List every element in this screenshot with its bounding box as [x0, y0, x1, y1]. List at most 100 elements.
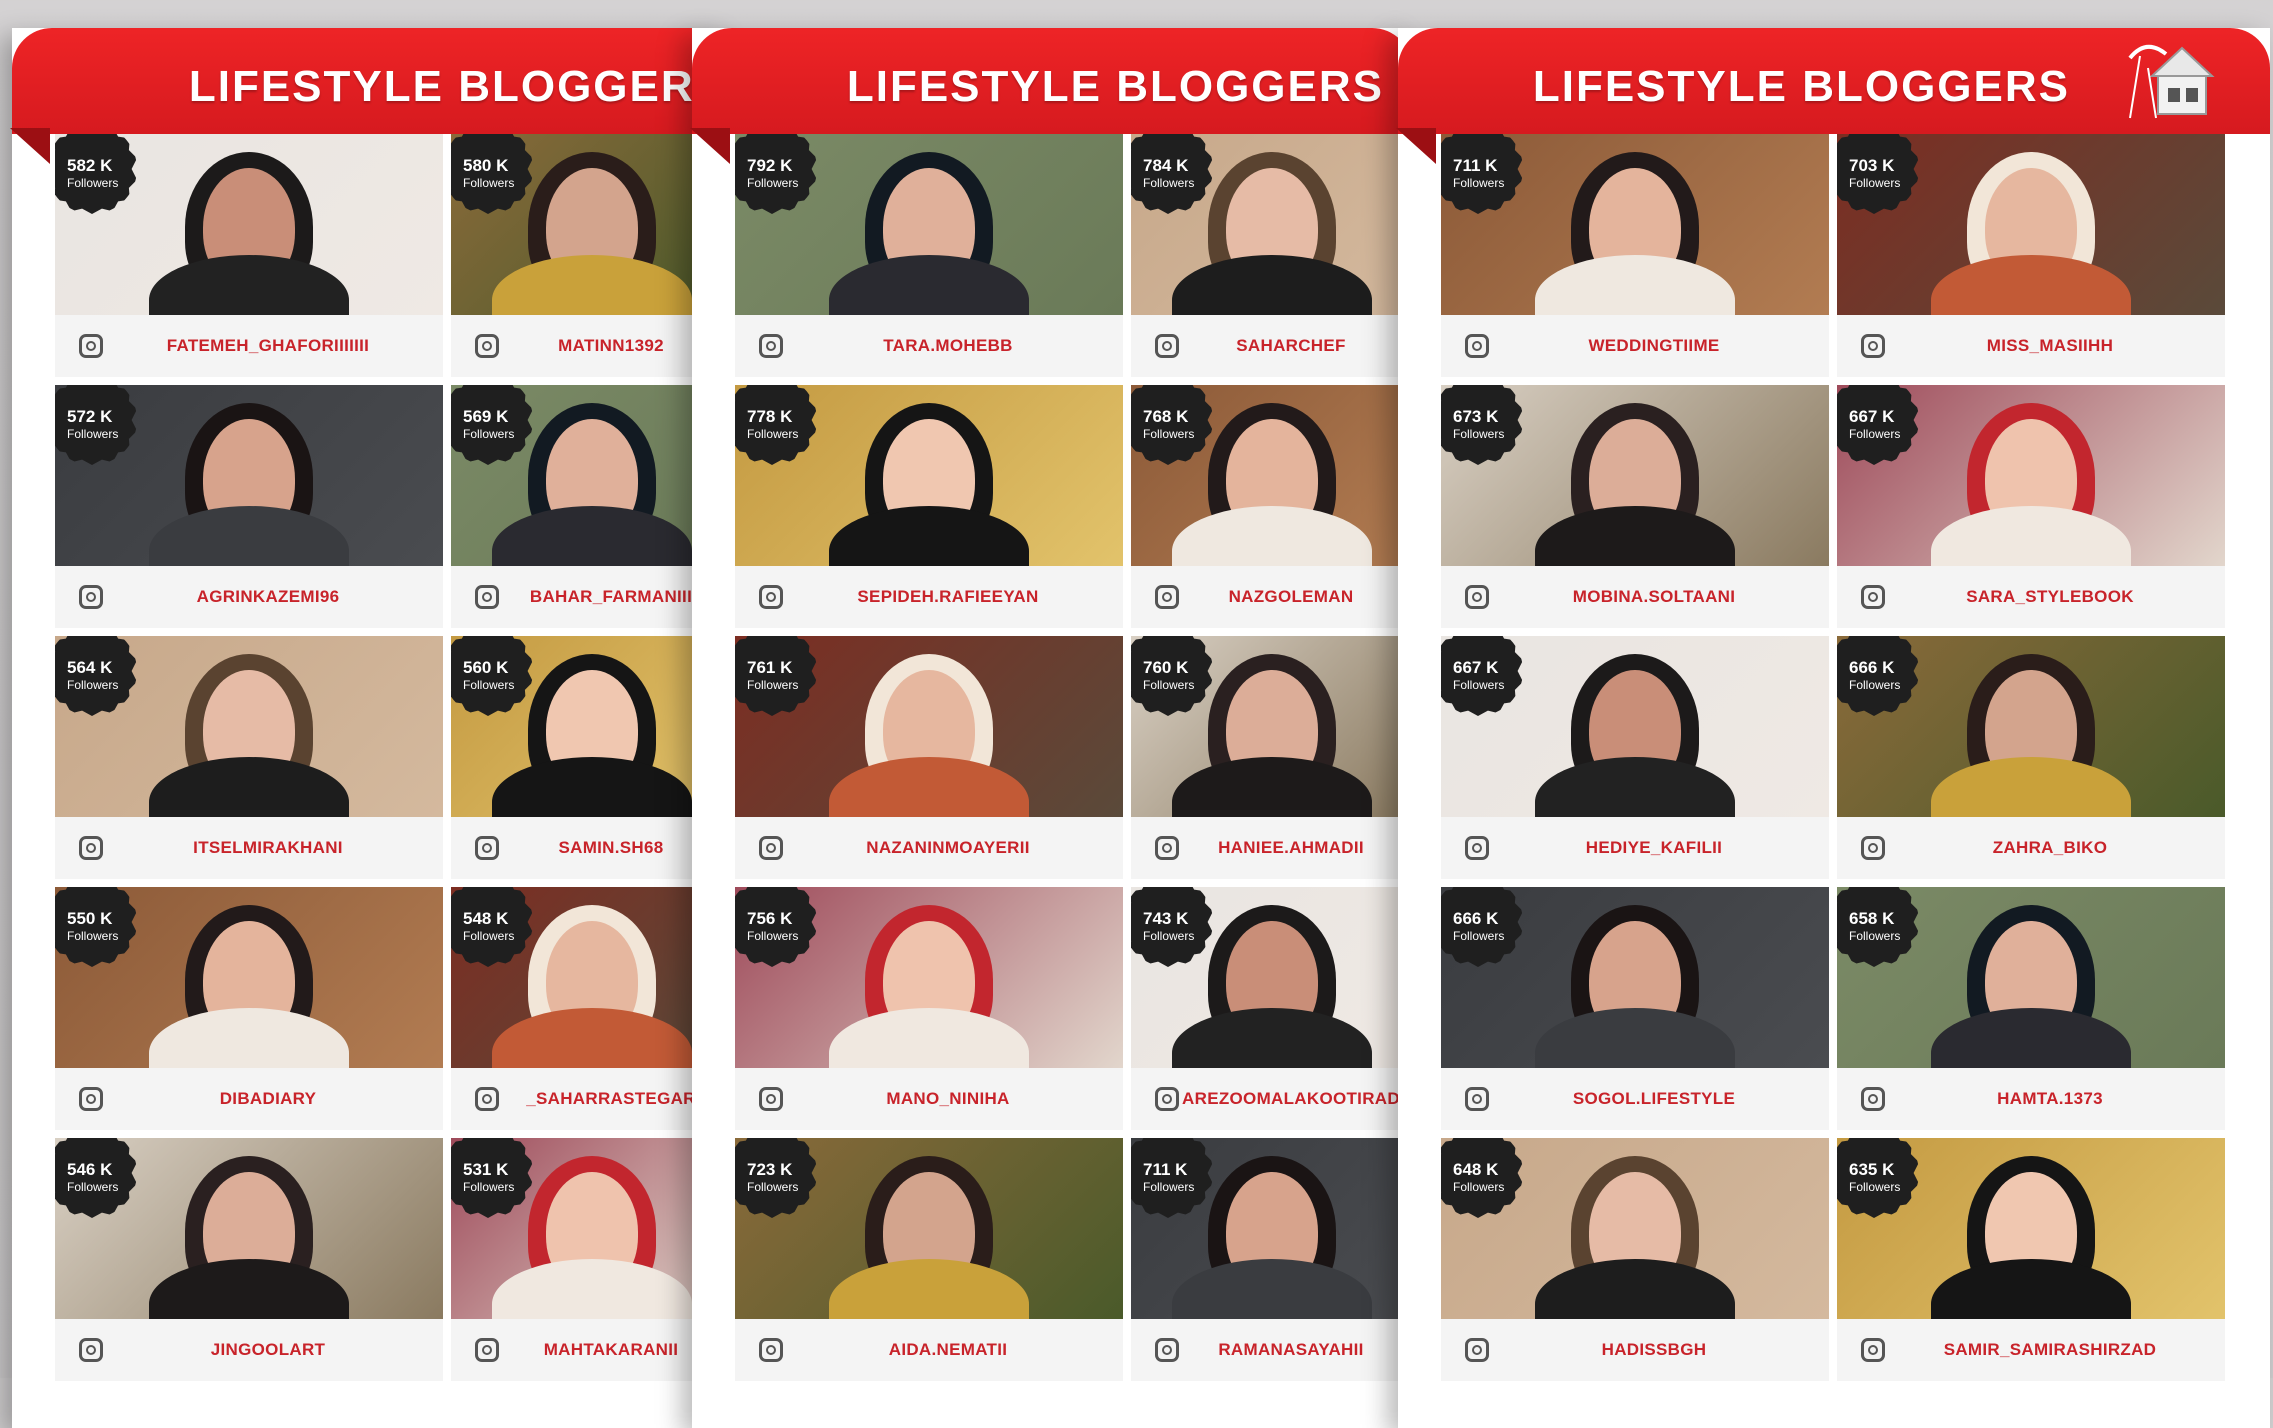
- instagram-handle[interactable]: DIBADIARY: [103, 1089, 443, 1109]
- instagram-handle[interactable]: AREZOOMALAKOOTIRAD: [1179, 1089, 1413, 1109]
- followers-label: Followers: [1849, 929, 1901, 943]
- instagram-icon[interactable]: [759, 585, 783, 609]
- instagram-icon[interactable]: [1465, 1338, 1489, 1362]
- instagram-handle[interactable]: MOBINA.SOLTAANI: [1489, 587, 1829, 607]
- instagram-handle[interactable]: HANIEE.AHMADII: [1179, 838, 1413, 858]
- instagram-icon[interactable]: [79, 1338, 103, 1362]
- blogger-card[interactable]: 756 K Followers MANO_NINIHA: [735, 887, 1123, 1130]
- blogger-card[interactable]: 531 K Followers MAHTAKARANII: [451, 1138, 733, 1381]
- blogger-card[interactable]: 582 K Followers FATEMEH_GHAFORIIIIIII: [55, 134, 443, 377]
- instagram-handle[interactable]: SEPIDEH.RAFIEEYAN: [783, 587, 1123, 607]
- instagram-handle[interactable]: MANO_NINIHA: [783, 1089, 1123, 1109]
- followers-badge: 550 K Followers: [55, 887, 137, 967]
- instagram-handle[interactable]: HAMTA.1373: [1885, 1089, 2225, 1109]
- instagram-icon[interactable]: [1155, 1338, 1179, 1362]
- instagram-icon[interactable]: [1465, 334, 1489, 358]
- instagram-handle[interactable]: HEDIYE_KAFILII: [1489, 838, 1829, 858]
- blogger-photo: 572 K Followers: [55, 385, 443, 566]
- instagram-handle[interactable]: TARA.MOHEBB: [783, 336, 1123, 356]
- instagram-icon[interactable]: [759, 1087, 783, 1111]
- blogger-card[interactable]: 548 K Followers _SAHARRASTEGAR: [451, 887, 733, 1130]
- instagram-handle[interactable]: FATEMEH_GHAFORIIIIIII: [103, 336, 443, 356]
- instagram-icon[interactable]: [1155, 334, 1179, 358]
- instagram-icon[interactable]: [759, 334, 783, 358]
- instagram-handle[interactable]: JINGOOLART: [103, 1340, 443, 1360]
- instagram-icon[interactable]: [475, 1338, 499, 1362]
- follower-count: 582 K: [67, 156, 113, 175]
- instagram-handle[interactable]: ZAHRA_BIKO: [1885, 838, 2225, 858]
- instagram-icon[interactable]: [1861, 1338, 1885, 1362]
- blogger-card[interactable]: 703 K Followers MISS_MASIIHH: [1837, 134, 2225, 377]
- blogger-card[interactable]: 673 K Followers MOBINA.SOLTAANI: [1441, 385, 1829, 628]
- blogger-card[interactable]: 761 K Followers NAZANINMOAYERII: [735, 636, 1123, 879]
- instagram-icon[interactable]: [1465, 585, 1489, 609]
- instagram-handle[interactable]: SAHARCHEF: [1179, 336, 1413, 356]
- blogger-card[interactable]: 768 K Followers NAZGOLEMAN: [1131, 385, 1413, 628]
- blogger-card[interactable]: 667 K Followers SARA_STYLEBOOK: [1837, 385, 2225, 628]
- blogger-card[interactable]: 711 K Followers RAMANASAYAHII: [1131, 1138, 1413, 1381]
- blogger-card[interactable]: 658 K Followers HAMTA.1373: [1837, 887, 2225, 1130]
- follower-count: 711 K: [1453, 156, 1498, 175]
- blogger-card[interactable]: 546 K Followers JINGOOLART: [55, 1138, 443, 1381]
- instagram-icon[interactable]: [1861, 836, 1885, 860]
- blogger-card[interactable]: 569 K Followers BAHAR_FARMANIII: [451, 385, 733, 628]
- blogger-card[interactable]: 635 K Followers SAMIR_SAMIRASHIRZAD: [1837, 1138, 2225, 1381]
- instagram-icon[interactable]: [475, 585, 499, 609]
- instagram-icon[interactable]: [79, 1087, 103, 1111]
- instagram-icon[interactable]: [79, 836, 103, 860]
- instagram-handle[interactable]: WEDDINGTIIME: [1489, 336, 1829, 356]
- blogger-card[interactable]: 760 K Followers HANIEE.AHMADII: [1131, 636, 1413, 879]
- instagram-handle[interactable]: AIDA.NEMATII: [783, 1340, 1123, 1360]
- followers-label: Followers: [747, 929, 799, 943]
- blogger-card[interactable]: 743 K Followers AREZOOMALAKOOTIRAD: [1131, 887, 1413, 1130]
- blogger-card[interactable]: 711 K Followers WEDDINGTIIME: [1441, 134, 1829, 377]
- blogger-sheet-1: LIFESTYLE BLOGGERS 582 K Followers FATEM…: [10, 28, 733, 1428]
- blogger-card[interactable]: 572 K Followers AGRINKAZEMI96: [55, 385, 443, 628]
- blogger-card[interactable]: 666 K Followers SOGOL.LIFESTYLE: [1441, 887, 1829, 1130]
- blogger-card[interactable]: 550 K Followers DIBADIARY: [55, 887, 443, 1130]
- blogger-card[interactable]: 667 K Followers HEDIYE_KAFILII: [1441, 636, 1829, 879]
- handle-bar: MANO_NINIHA: [735, 1068, 1123, 1130]
- instagram-icon[interactable]: [1155, 585, 1179, 609]
- follower-count: 531 K: [463, 1160, 509, 1179]
- instagram-icon[interactable]: [1155, 1087, 1179, 1111]
- blogger-photo: 548 K Followers: [451, 887, 733, 1068]
- followers-label: Followers: [1849, 1180, 1901, 1194]
- instagram-icon[interactable]: [1155, 836, 1179, 860]
- instagram-icon[interactable]: [475, 1087, 499, 1111]
- instagram-handle[interactable]: MISS_MASIIHH: [1885, 336, 2225, 356]
- followers-badge: 560 K Followers: [451, 636, 533, 716]
- instagram-handle[interactable]: NAZGOLEMAN: [1179, 587, 1413, 607]
- blogger-card[interactable]: 723 K Followers AIDA.NEMATII: [735, 1138, 1123, 1381]
- instagram-handle[interactable]: HADISSBGH: [1489, 1340, 1829, 1360]
- instagram-icon[interactable]: [475, 836, 499, 860]
- instagram-icon[interactable]: [1465, 836, 1489, 860]
- blogger-card[interactable]: 666 K Followers ZAHRA_BIKO: [1837, 636, 2225, 879]
- instagram-icon[interactable]: [79, 585, 103, 609]
- blogger-card[interactable]: 648 K Followers HADISSBGH: [1441, 1138, 1829, 1381]
- follower-count: 723 K: [747, 1160, 793, 1179]
- instagram-icon[interactable]: [1465, 1087, 1489, 1111]
- instagram-icon[interactable]: [759, 1338, 783, 1362]
- instagram-handle[interactable]: SOGOL.LIFESTYLE: [1489, 1089, 1829, 1109]
- blogger-card[interactable]: 560 K Followers SAMIN.SH68: [451, 636, 733, 879]
- instagram-icon[interactable]: [475, 334, 499, 358]
- instagram-handle[interactable]: SARA_STYLEBOOK: [1885, 587, 2225, 607]
- instagram-handle[interactable]: ITSELMIRAKHANI: [103, 838, 443, 858]
- blogger-card[interactable]: 580 K Followers MATINN1392: [451, 134, 733, 377]
- instagram-handle[interactable]: NAZANINMOAYERII: [783, 838, 1123, 858]
- instagram-icon[interactable]: [1861, 334, 1885, 358]
- instagram-icon[interactable]: [79, 334, 103, 358]
- blogger-card[interactable]: 778 K Followers SEPIDEH.RAFIEEYAN: [735, 385, 1123, 628]
- instagram-icon[interactable]: [759, 836, 783, 860]
- instagram-handle[interactable]: SAMIR_SAMIRASHIRZAD: [1885, 1340, 2225, 1360]
- follower-count: 703 K: [1849, 156, 1895, 175]
- blogger-card[interactable]: 792 K Followers TARA.MOHEBB: [735, 134, 1123, 377]
- blogger-card[interactable]: 784 K Followers SAHARCHEF: [1131, 134, 1413, 377]
- instagram-icon[interactable]: [1861, 1087, 1885, 1111]
- handle-bar: DIBADIARY: [55, 1068, 443, 1130]
- blogger-card[interactable]: 564 K Followers ITSELMIRAKHANI: [55, 636, 443, 879]
- instagram-handle[interactable]: RAMANASAYAHII: [1179, 1340, 1413, 1360]
- instagram-icon[interactable]: [1861, 585, 1885, 609]
- instagram-handle[interactable]: AGRINKAZEMI96: [103, 587, 443, 607]
